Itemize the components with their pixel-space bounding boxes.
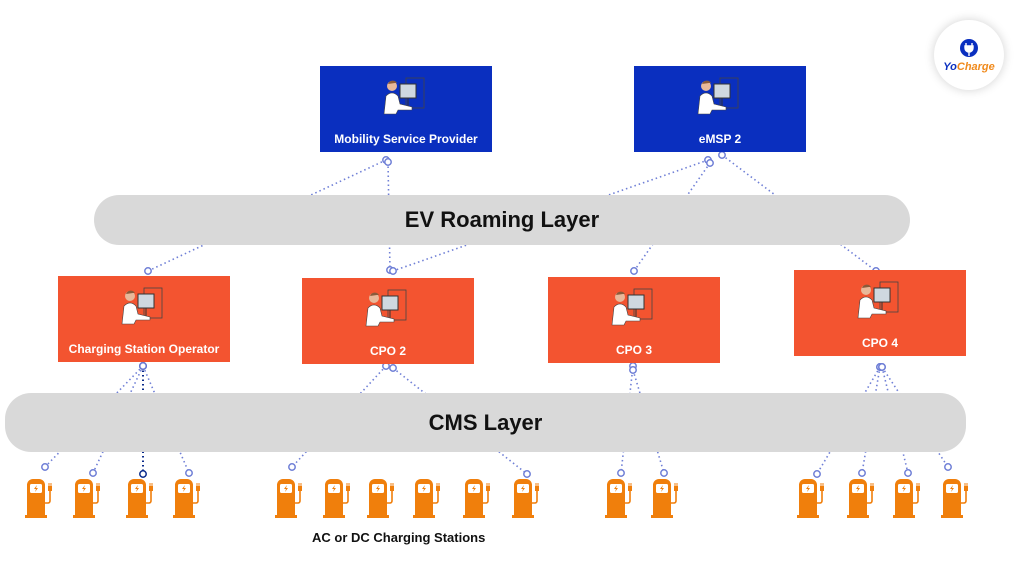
connector-node xyxy=(813,470,821,478)
ev-charger-icon xyxy=(511,478,540,519)
connector-node xyxy=(718,151,726,159)
yocharge-logo: YoCharge xyxy=(934,20,1004,90)
ev-charger-icon xyxy=(322,478,351,519)
connector-node xyxy=(288,463,296,471)
charging-station-operator-box: Charging Station Operator xyxy=(58,276,230,362)
connector-node xyxy=(139,362,147,370)
ev-charger-icon xyxy=(72,478,101,519)
connector-node xyxy=(185,469,193,477)
ev-charger-icon xyxy=(172,478,201,519)
person-at-computer-icon xyxy=(114,284,174,334)
connector-node xyxy=(144,267,152,275)
person-at-computer-icon xyxy=(376,74,436,124)
operator-label: CPO 3 xyxy=(615,343,652,357)
operator-label: CPO 2 xyxy=(369,344,406,358)
mobility-service-provider-box: Mobility Service Provider xyxy=(320,66,492,152)
stations-caption: AC or DC Charging Stations xyxy=(312,530,486,545)
ev-roaming-layer: EV Roaming Layer xyxy=(94,195,910,245)
connector-node xyxy=(389,267,397,275)
logo-suffix: Charge xyxy=(956,60,995,73)
logo-prefix: Yo xyxy=(943,60,957,73)
operator-label: Charging Station Operator xyxy=(68,342,220,356)
cpo-2-box: CPO 2 xyxy=(302,278,474,364)
ev-charger-icon xyxy=(650,478,679,519)
connector-node xyxy=(630,267,638,275)
plug-icon xyxy=(960,38,978,57)
ev-charger-icon xyxy=(366,478,395,519)
connector-node xyxy=(523,470,531,478)
ev-charger-icon xyxy=(412,478,441,519)
connector-node xyxy=(878,363,886,371)
cms-layer-label: CMS Layer xyxy=(428,409,543,435)
cpo-3-box: CPO 3 xyxy=(548,277,720,363)
ev-charger-icon xyxy=(892,478,921,519)
connector-node xyxy=(944,463,952,471)
connector-node xyxy=(706,159,714,167)
connector-node xyxy=(89,469,97,477)
ev-charger-icon xyxy=(24,478,53,519)
ev-charger-icon xyxy=(274,478,303,519)
ev-charger-icon xyxy=(125,478,154,519)
operator-label: CPO 4 xyxy=(861,336,898,350)
person-at-computer-icon xyxy=(690,74,750,124)
person-at-computer-icon xyxy=(604,285,664,335)
ev-roaming-layer-label: EV Roaming Layer xyxy=(404,207,600,232)
emsp-2-box: eMSP 2 xyxy=(634,66,806,152)
ev-charger-icon xyxy=(462,478,491,519)
person-at-computer-icon xyxy=(850,278,910,328)
connector-node xyxy=(629,366,637,374)
ev-charger-icon xyxy=(846,478,875,519)
connector-node xyxy=(139,470,147,478)
connector-node xyxy=(904,469,912,477)
cpo-4-box: CPO 4 xyxy=(794,270,966,356)
connector-node xyxy=(41,463,49,471)
person-at-computer-icon xyxy=(358,286,418,336)
provider-label: eMSP 2 xyxy=(698,132,742,146)
connector-node xyxy=(858,469,866,477)
provider-label: Mobility Service Provider xyxy=(334,132,478,146)
connector-node xyxy=(617,469,625,477)
connector-node xyxy=(389,364,397,372)
connector-node xyxy=(384,158,392,166)
cms-layer: CMS Layer xyxy=(5,393,966,452)
ev-charger-icon xyxy=(604,478,633,519)
connector-node xyxy=(660,469,668,477)
ev-charger-icon xyxy=(940,478,969,519)
logo-wordmark: YoCharge xyxy=(943,61,995,73)
ev-charger-icon xyxy=(796,478,825,519)
